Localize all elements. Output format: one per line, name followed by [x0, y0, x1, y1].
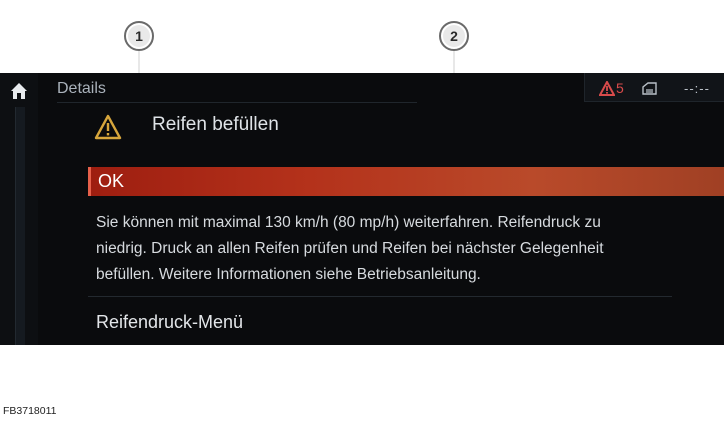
sidebar: [0, 73, 38, 345]
message-text: Sie können mit maximal 130 km/h (80 mp/h…: [96, 210, 710, 288]
clock: --:--: [684, 81, 710, 96]
ok-button[interactable]: OK: [88, 167, 724, 196]
vehicle-status-icon[interactable]: [640, 81, 660, 97]
menu-item-tire-pressure[interactable]: Reifendruck-Menü: [96, 312, 243, 333]
message-heading: Reifen befüllen: [152, 114, 279, 135]
status-warning[interactable]: 5: [599, 80, 624, 96]
message-line: niedrig. Druck an allen Reifen prüfen un…: [96, 240, 604, 257]
figure-id: FB3718011: [3, 405, 57, 417]
callout-2: 2: [439, 21, 469, 51]
home-icon[interactable]: [8, 80, 30, 102]
ok-button-label: OK: [98, 171, 125, 191]
focus-indicator: [88, 167, 91, 196]
message-line: Sie können mit maximal 130 km/h (80 mp/h…: [96, 214, 601, 231]
message-divider: [88, 296, 672, 297]
sidebar-scroll-track[interactable]: [15, 107, 25, 345]
title-divider: [57, 102, 417, 103]
idrive-screen: Details 5 --:-- Reifen befüllen OK Sie k…: [0, 73, 724, 345]
message-line: befüllen. Weitere Informationen siehe Be…: [96, 266, 481, 283]
warning-triangle-icon: [94, 114, 122, 140]
warning-triangle-icon: [599, 81, 615, 96]
warning-count: 5: [616, 80, 624, 96]
callout-1: 1: [124, 21, 154, 51]
page-title: Details: [57, 80, 106, 97]
